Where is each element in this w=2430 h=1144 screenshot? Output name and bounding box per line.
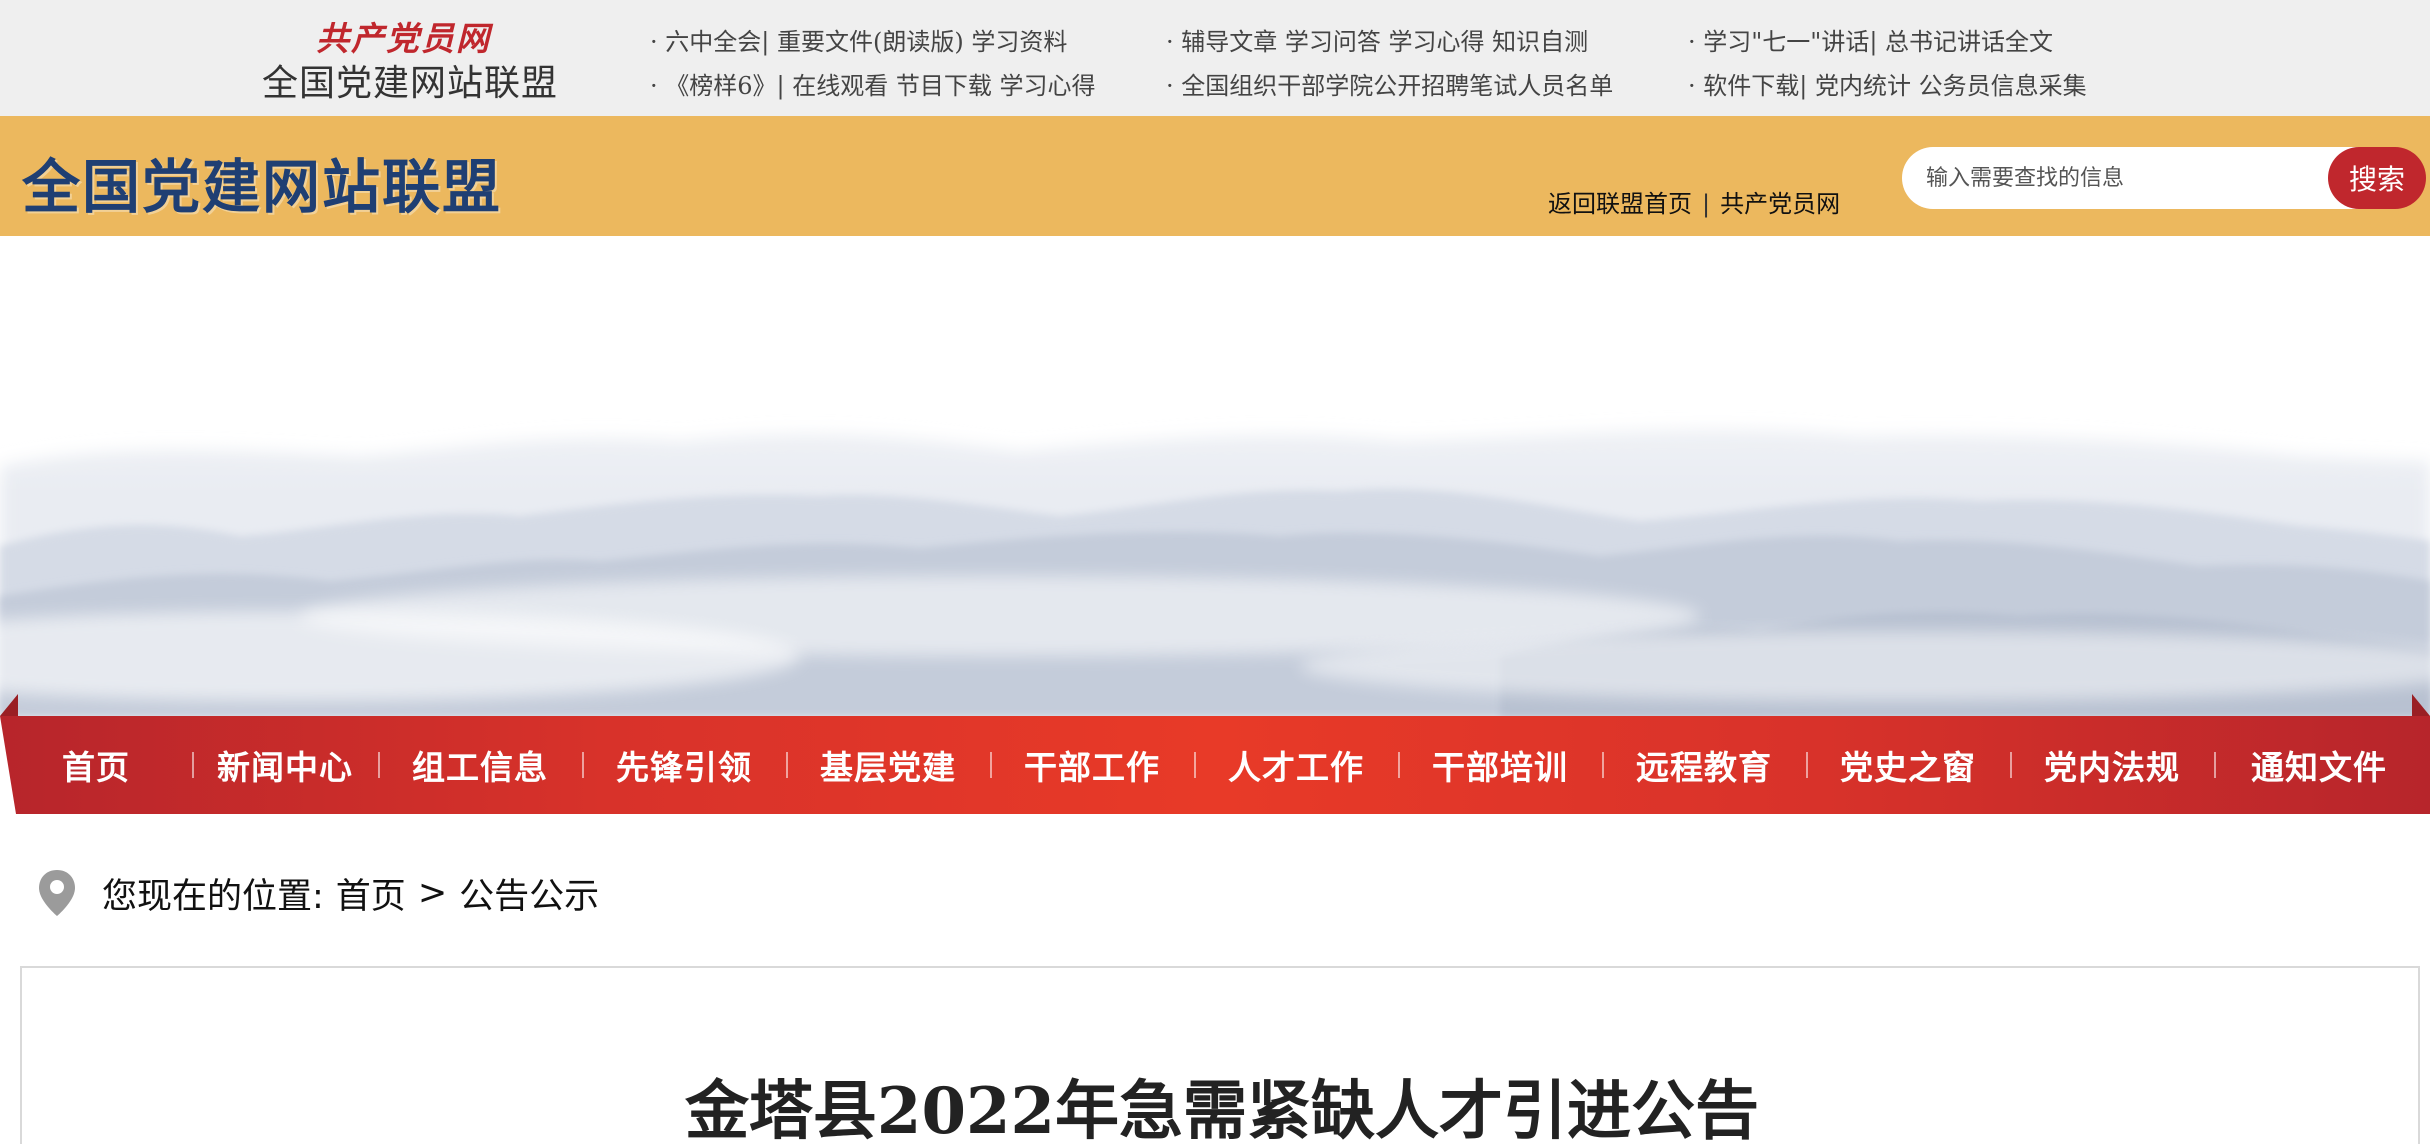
- nav-item-talent[interactable]: 人才工作: [1194, 716, 1398, 814]
- nav-item-home[interactable]: 首页: [0, 716, 192, 814]
- nav-item-pioneer[interactable]: 先锋引领: [582, 716, 786, 814]
- site-header: 全国党建网站联盟 返回联盟首页 | 共产党员网 搜索: [0, 116, 2430, 236]
- article-title: 金塔县2022年急需紧缺人才引进公告: [684, 1074, 1760, 1144]
- breadcrumb-current[interactable]: 公告公示: [459, 868, 599, 919]
- breadcrumb-arrow: >: [417, 873, 448, 913]
- nav-link[interactable]: 先锋引领: [616, 741, 752, 789]
- breadcrumb-prefix: 您现在的位置:: [102, 876, 324, 917]
- mountain-banner: [0, 236, 2430, 716]
- mountain-illustration: [0, 236, 2430, 716]
- nav-item-history[interactable]: 党史之窗: [1806, 716, 2010, 814]
- nav-item-notices[interactable]: 通知文件: [2214, 716, 2424, 814]
- nav-right-ribbon: [2412, 694, 2430, 716]
- article-panel: 金塔县2022年急需紧缺人才引进公告: [20, 966, 2420, 1144]
- top-link[interactable]: · 学习"七一"讲话| 总书记讲话全文: [1688, 22, 2053, 57]
- main-nav: 首页 新闻中心 组工信息 先锋引领 基层党建 干部工作 人才工作 干部培训 远程…: [0, 694, 2430, 814]
- top-link-text[interactable]: · 辅导文章 学习问答 学习心得 知识自测: [1166, 28, 1588, 56]
- nav-link[interactable]: 基层党建: [820, 741, 956, 789]
- site-logo-script[interactable]: 共产党员网: [316, 12, 491, 60]
- top-link-text[interactable]: · 软件下载| 党内统计 公务员信息采集: [1688, 72, 2087, 100]
- top-link[interactable]: · 《榜样6》| 在线观看 节目下载 学习心得: [650, 66, 1096, 101]
- top-link[interactable]: · 六中全会| 重要文件(朗读版) 学习资料: [650, 22, 1067, 57]
- nav-item-org-info[interactable]: 组工信息: [378, 716, 582, 814]
- search-box: 搜索: [1902, 147, 2426, 209]
- location-pin-icon: [39, 870, 75, 916]
- nav-link[interactable]: 通知文件: [2251, 741, 2387, 789]
- nav-link[interactable]: 人才工作: [1228, 741, 1364, 789]
- site-logo-name[interactable]: 全国党建网站联盟: [262, 54, 558, 106]
- top-link-text[interactable]: · 全国组织干部学院公开招聘笔试人员名单: [1166, 72, 1613, 100]
- search-input[interactable]: [1926, 147, 2346, 209]
- top-link-text[interactable]: · 《榜样6》| 在线观看 节目下载 学习心得: [650, 72, 1096, 100]
- breadcrumb-home[interactable]: 首页: [336, 868, 406, 919]
- nav-list: 首页 新闻中心 组工信息 先锋引领 基层党建 干部工作 人才工作 干部培训 远程…: [0, 716, 2430, 814]
- nav-link[interactable]: 党史之窗: [1840, 741, 1976, 789]
- nav-item-grassroots[interactable]: 基层党建: [786, 716, 990, 814]
- top-link-text[interactable]: · 六中全会| 重要文件(朗读版) 学习资料: [650, 28, 1067, 56]
- nav-link[interactable]: 新闻中心: [217, 741, 353, 789]
- top-link[interactable]: · 辅导文章 学习问答 学习心得 知识自测: [1166, 22, 1588, 57]
- header-links: 返回联盟首页 | 共产党员网: [1548, 184, 1840, 219]
- party-member-link[interactable]: 共产党员网: [1720, 190, 1840, 218]
- nav-item-cadre-work[interactable]: 干部工作: [990, 716, 1194, 814]
- top-link[interactable]: · 软件下载| 党内统计 公务员信息采集: [1688, 66, 2087, 101]
- breadcrumb: 您现在的位置: 首页 > 公告公示: [36, 868, 599, 918]
- top-link-text[interactable]: · 学习"七一"讲话| 总书记讲话全文: [1688, 28, 2053, 56]
- nav-link[interactable]: 组工信息: [412, 741, 548, 789]
- nav-link[interactable]: 党内法规: [2044, 741, 2180, 789]
- nav-link[interactable]: 远程教育: [1636, 741, 1772, 789]
- nav-left-ribbon: [0, 694, 18, 716]
- top-link[interactable]: · 全国组织干部学院公开招聘笔试人员名单: [1166, 66, 1613, 101]
- header-title[interactable]: 全国党建网站联盟: [22, 140, 502, 224]
- nav-item-news[interactable]: 新闻中心: [192, 716, 378, 814]
- nav-link[interactable]: 干部培训: [1432, 741, 1568, 789]
- nav-link[interactable]: 干部工作: [1024, 741, 1160, 789]
- top-strip: 共产党员网 全国党建网站联盟 · 六中全会| 重要文件(朗读版) 学习资料 · …: [0, 0, 2430, 116]
- nav-link[interactable]: 首页: [62, 741, 130, 789]
- link-separator: |: [1702, 190, 1711, 218]
- return-home-link[interactable]: 返回联盟首页: [1548, 190, 1692, 218]
- nav-item-training[interactable]: 干部培训: [1398, 716, 1602, 814]
- search-button[interactable]: 搜索: [2328, 147, 2426, 209]
- nav-item-remote-edu[interactable]: 远程教育: [1602, 716, 1806, 814]
- nav-item-regulations[interactable]: 党内法规: [2010, 716, 2214, 814]
